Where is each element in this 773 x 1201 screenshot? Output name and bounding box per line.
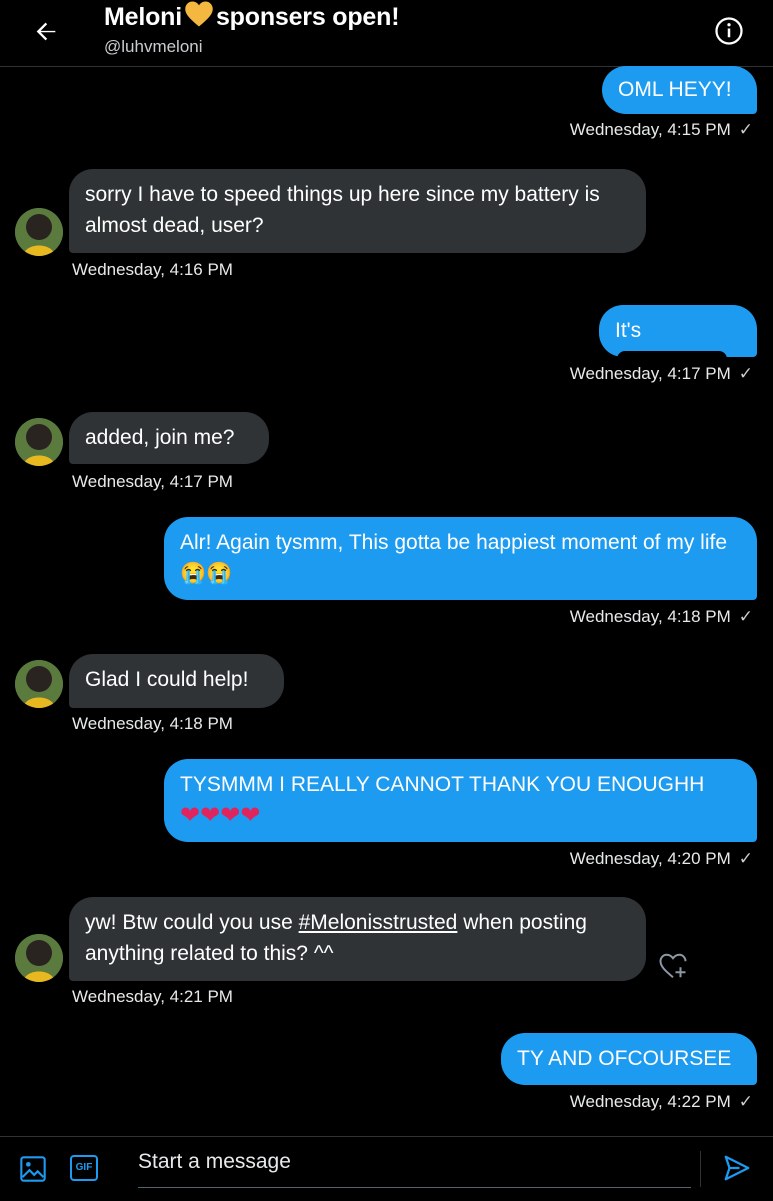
outgoing-message[interactable]: OML HEYY! [602, 66, 757, 114]
avatar[interactable] [15, 934, 63, 982]
message-text: It's [615, 319, 642, 342]
contact-name-suffix: sponsers open! [215, 3, 400, 31]
message-timestamp: Wednesday, 4:18 PM ✓ [569, 607, 753, 626]
message-text: TYSMMM I REALLY CANNOT THANK YOU ENOUGHH [180, 773, 705, 796]
message-text: sorry I have to speed things up here sin… [85, 183, 600, 237]
avatar[interactable] [15, 418, 63, 466]
message-timestamp: Wednesday, 4:17 PM [72, 472, 233, 491]
message-composer: GIF Start a message [0, 1136, 773, 1201]
outgoing-message[interactable]: It's [599, 305, 757, 374]
message-timestamp: Wednesday, 4:15 PM ✓ [569, 120, 753, 139]
sent-check-icon: ✓ [738, 1092, 753, 1111]
outgoing-message[interactable]: TYSMMM I REALLY CANNOT THANK YOU ENOUGHH… [164, 759, 757, 842]
hashtag-link[interactable]: #Melonisstrusted [299, 911, 458, 934]
send-icon[interactable] [722, 1153, 752, 1183]
outgoing-message[interactable]: Alr! Again tysmm, This gotta be happiest… [164, 517, 757, 600]
incoming-message[interactable]: sorry I have to speed things up here sin… [69, 169, 646, 253]
contact-handle: @luhvmeloni [104, 37, 203, 56]
message-text: Alr! Again tysmm, This gotta be happiest… [180, 531, 728, 585]
composer-divider [700, 1151, 701, 1187]
message-text: Glad I could help! [85, 668, 249, 691]
outgoing-message[interactable]: TY AND OFCOURSEE [501, 1033, 757, 1085]
conversation-header: Meloni sponsers open! @luhvmeloni [0, 0, 773, 67]
gif-icon[interactable]: GIF [70, 1155, 98, 1181]
message-timestamp: Wednesday, 4:16 PM [72, 260, 233, 279]
red-hearts-emoji: ❤❤❤❤ [180, 802, 261, 829]
image-icon[interactable] [19, 1155, 47, 1183]
incoming-message[interactable]: Glad I could help! [69, 654, 284, 708]
add-reaction-heart-icon[interactable] [658, 952, 688, 980]
message-timestamp: Wednesday, 4:20 PM ✓ [569, 849, 753, 868]
message-text: OML HEYY! [618, 78, 732, 101]
sent-check-icon: ✓ [738, 364, 753, 383]
incoming-message[interactable]: yw! Btw could you use #Melonisstrusted w… [69, 897, 646, 981]
message-text: added, join me? [85, 426, 235, 449]
input-underline [138, 1187, 691, 1188]
message-timestamp: Wednesday, 4:21 PM [72, 987, 233, 1006]
avatar[interactable] [15, 208, 63, 256]
sent-check-icon: ✓ [738, 120, 753, 139]
message-timestamp: Wednesday, 4:18 PM [72, 714, 233, 733]
conversation-title[interactable]: Meloni sponsers open! [104, 0, 400, 32]
incoming-message[interactable]: added, join me? [69, 412, 269, 464]
sent-check-icon: ✓ [738, 849, 753, 868]
yellow-heart-icon [185, 1, 213, 27]
sent-check-icon: ✓ [738, 607, 753, 626]
message-timestamp: Wednesday, 4:17 PM ✓ [569, 364, 753, 383]
message-timestamp: Wednesday, 4:22 PM ✓ [569, 1092, 753, 1111]
back-arrow-icon[interactable] [32, 18, 60, 46]
message-text: TY AND OFCOURSEE [517, 1047, 732, 1070]
contact-name: Meloni [104, 3, 182, 31]
message-input[interactable]: Start a message [138, 1150, 291, 1174]
message-text: yw! Btw could you use [85, 911, 293, 934]
info-icon[interactable] [714, 16, 744, 46]
avatar[interactable] [15, 660, 63, 708]
